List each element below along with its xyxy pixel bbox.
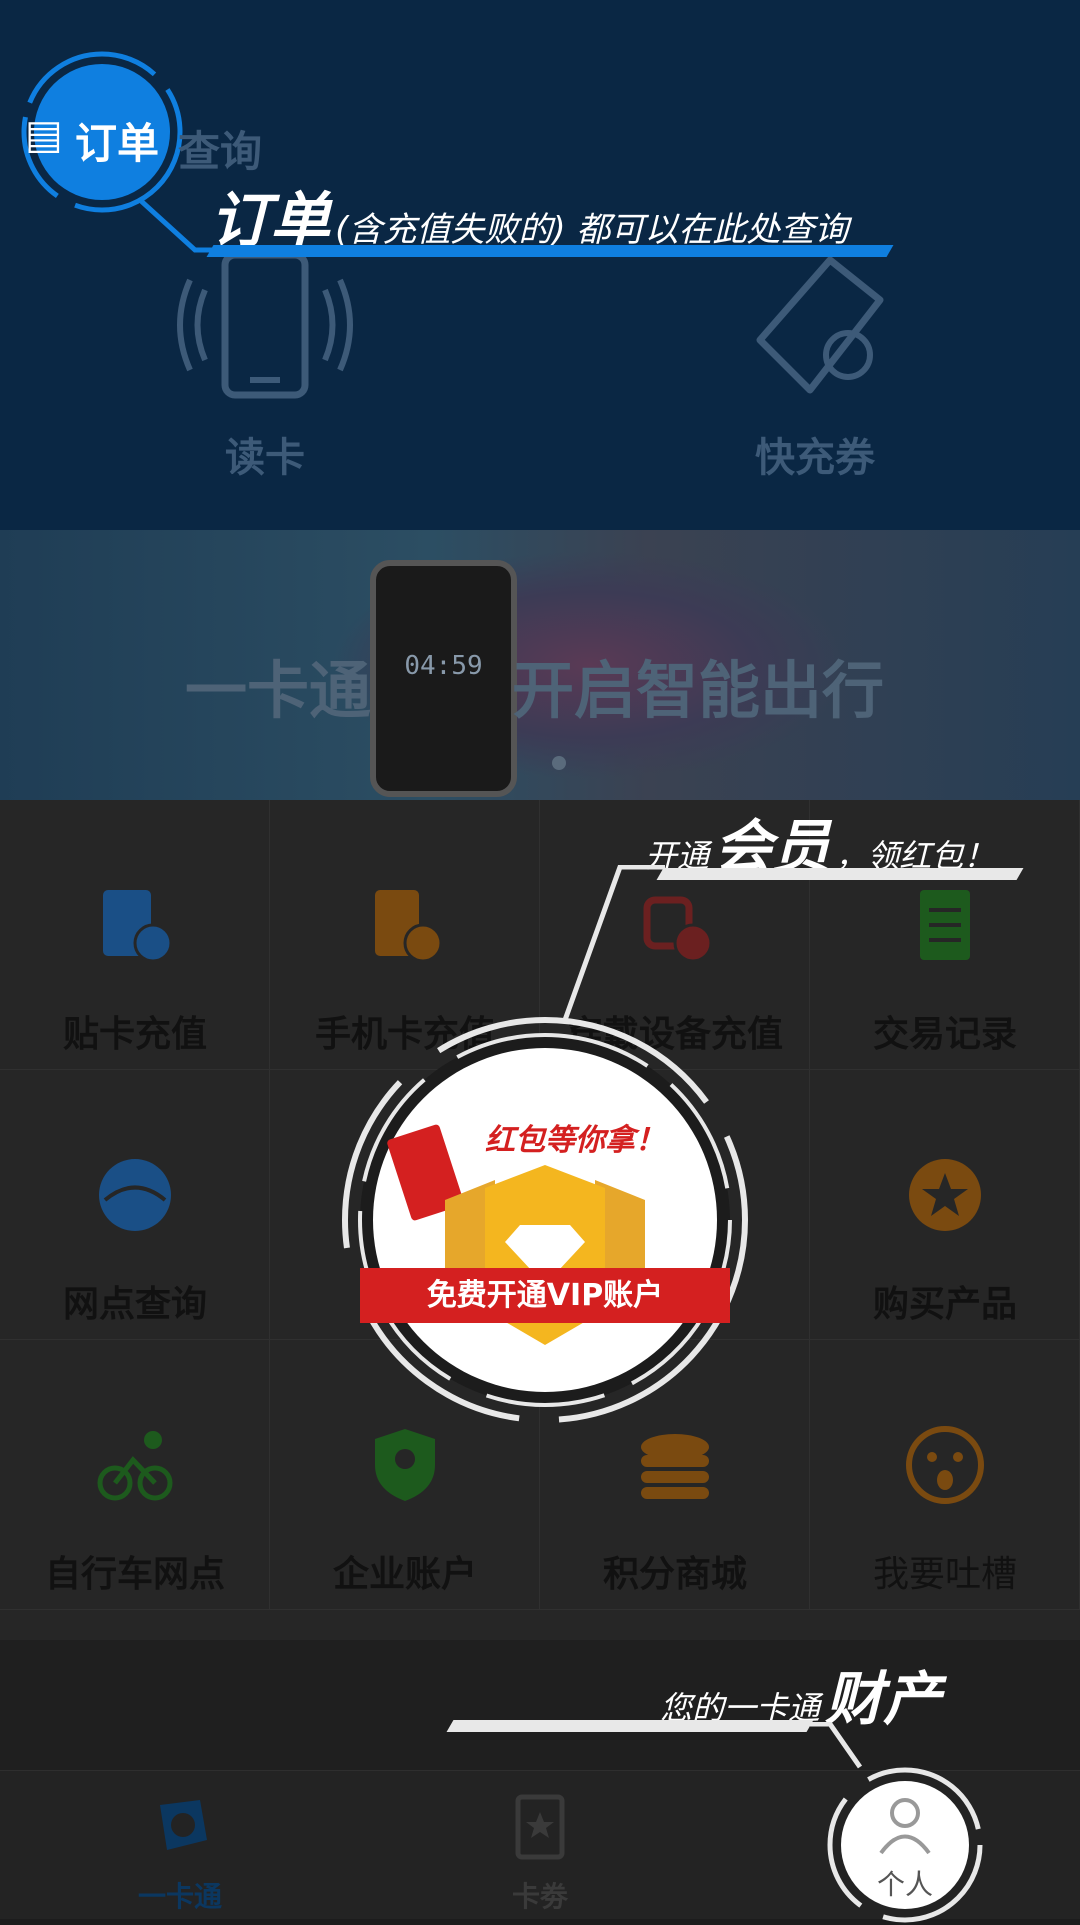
promo-banner[interactable]: 一卡通 04:59 开启智能出行: [0, 530, 1080, 800]
grid-item-feedback[interactable]: 我要吐槽: [810, 1340, 1080, 1610]
banner-dot: [552, 756, 566, 770]
coins-icon: [641, 1434, 709, 1499]
phone-nfc-icon: [177, 251, 353, 399]
order-badge-label: 订单: [75, 119, 160, 168]
read-card-button[interactable]: 读卡: [170, 240, 360, 481]
bicycle-icon: [97, 1431, 173, 1501]
grid-item-label: 自行车网点: [44, 1554, 225, 1595]
globe-icon: [99, 1159, 171, 1231]
grid-item-buy-product[interactable]: 购买产品: [810, 1070, 1080, 1340]
read-card-label: 读卡: [225, 435, 305, 481]
tab-yikatong[interactable]: 一卡通: [60, 1770, 300, 1918]
vip-callout-underline: [656, 868, 1024, 880]
vip-ribbon[interactable]: 免费开通VIP账户: [360, 1268, 730, 1323]
coupon-tab-icon: [515, 1794, 565, 1860]
tab-coupon[interactable]: 卡劵: [420, 1770, 660, 1918]
order-callout-connector: [140, 200, 220, 253]
tab-personal-label: 个人: [876, 1868, 933, 1901]
grid-item-outlet-query[interactable]: 网点查询: [0, 1070, 270, 1340]
vip-top-text: 红包等你拿！: [485, 1123, 665, 1158]
vip-callout-connector: [562, 865, 665, 1021]
person-icon: [879, 1798, 931, 1855]
quick-coupon-label: 快充券: [755, 435, 875, 481]
order-callout-small: (含充值失败的) 都可以在此处查询: [335, 210, 849, 250]
grid-item-label: 积分商城: [602, 1554, 747, 1595]
grid-item-label: 交易记录: [872, 1014, 1017, 1055]
grid-item-label: 网点查询: [62, 1284, 207, 1325]
grid-item-card-recharge[interactable]: 贴卡充值: [0, 800, 270, 1070]
grid-item-bike-outlets[interactable]: 自行车网点: [0, 1340, 270, 1610]
watch-image: 04:59: [370, 560, 517, 797]
yikatong-logo-icon: [160, 1800, 207, 1850]
vip-callout: 开通 会员 ，领红包！: [645, 800, 1065, 881]
tab-personal[interactable]: 个人: [825, 1765, 985, 1923]
order-query-badge[interactable]: ▤ 订单: [20, 50, 185, 215]
shocked-face-icon: [906, 1426, 984, 1504]
order-badge-suffix: 查询: [178, 127, 263, 176]
vip-ribbon-text: 免费开通VIP账户: [426, 1278, 664, 1313]
tab-coupon-label: 卡劵: [511, 1880, 568, 1913]
shield-user-icon: [375, 1429, 435, 1501]
banner-right-text: 开启智能出行: [512, 654, 885, 727]
book-icon: ▤: [25, 112, 63, 158]
order-callout-underline: [206, 245, 894, 257]
ticket-icon: [756, 256, 884, 394]
asset-callout: 您的一卡通 财产: [660, 1652, 1000, 1733]
banner-left-text: 一卡通: [185, 654, 372, 727]
tab-yikatong-label: 一卡通: [137, 1880, 222, 1913]
quick-coupon-button[interactable]: 快充券: [720, 240, 910, 481]
card-recharge-icon: [103, 890, 173, 963]
grid-item-label: 我要吐槽: [872, 1554, 1017, 1595]
phone-card-recharge-icon: [375, 890, 443, 963]
asset-callout-underline: [446, 1720, 814, 1732]
watch-time: 04:59: [404, 651, 483, 681]
vip-popup[interactable]: 红包等你拿！ 免费开通VIP账户: [320, 1010, 780, 1430]
star-icon: [909, 1159, 981, 1231]
grid-item-label: 购买产品: [872, 1284, 1017, 1325]
order-callout: 订单 (含充值失败的) 都可以在此处查询: [210, 172, 910, 256]
transaction-record-icon: [920, 890, 970, 960]
grid-item-label: 企业账户: [332, 1554, 477, 1595]
grid-item-label: 贴卡充值: [62, 1014, 207, 1055]
